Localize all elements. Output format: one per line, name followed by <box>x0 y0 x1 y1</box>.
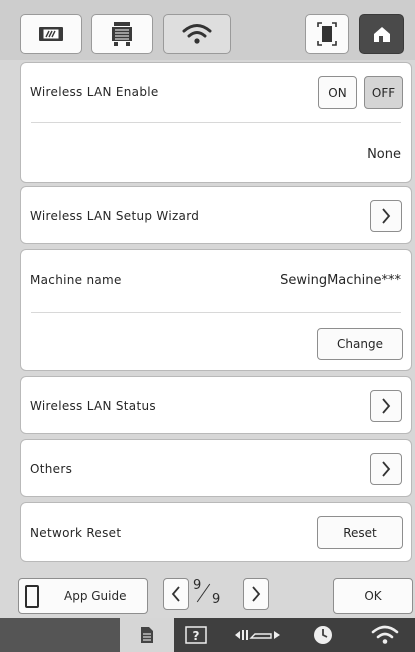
divider <box>31 312 401 313</box>
document-icon <box>141 627 153 643</box>
ok-button[interactable]: OK <box>333 578 413 614</box>
change-button[interactable]: Change <box>317 328 403 360</box>
page-next-button[interactable] <box>243 578 269 610</box>
page-current: 9 <box>193 578 202 593</box>
wifi-status-icon <box>371 625 399 644</box>
others-label: Others <box>30 462 73 476</box>
network-name-value: None <box>367 146 401 162</box>
machine-name-panel: Machine name SewingMachine*** Change <box>20 249 412 371</box>
smartphone-icon <box>25 585 39 608</box>
chevron-right-icon <box>382 461 391 477</box>
wifi-icon <box>182 24 212 44</box>
others-chevron-button[interactable] <box>370 453 402 485</box>
setup-wizard-chevron-button[interactable] <box>370 200 402 232</box>
wireless-lan-enable-label: Wireless LAN Enable <box>30 84 159 99</box>
home-button[interactable] <box>359 14 404 54</box>
help-button[interactable]: ? <box>178 618 214 652</box>
network-reset-panel: Network Reset Reset <box>20 502 412 562</box>
others-row: Others <box>21 440 411 498</box>
network-reset-label: Network Reset <box>30 526 122 540</box>
needle-position-button[interactable] <box>230 618 290 652</box>
app-guide-button[interactable]: App Guide <box>18 578 148 614</box>
machine-name-value: SewingMachine*** <box>280 272 401 288</box>
setup-wizard-label: Wireless LAN Setup Wizard <box>30 209 200 223</box>
app-guide-label: App Guide <box>64 589 127 603</box>
wireless-lan-enable-row: Wireless LAN Enable ON OFF <box>21 63 411 120</box>
chevron-left-icon <box>171 586 180 602</box>
chevron-right-icon <box>382 208 391 224</box>
wlan-status-chevron-button[interactable] <box>370 390 402 422</box>
wlan-status-row: Wireless LAN Status <box>21 377 411 435</box>
top-tab-bar <box>0 0 415 60</box>
tab-wireless[interactable] <box>163 14 231 54</box>
machine-settings-icon <box>112 22 132 46</box>
clock-button[interactable] <box>305 618 341 652</box>
wlan-status-panel[interactable]: Wireless LAN Status <box>20 376 412 434</box>
divider <box>31 122 401 123</box>
machine-name-label: Machine name <box>30 273 122 287</box>
wlan-status-label: Wireless LAN Status <box>30 399 156 413</box>
wifi-status-button[interactable] <box>360 618 410 652</box>
help-icon: ? <box>185 626 207 644</box>
setup-wizard-row: Wireless LAN Setup Wizard <box>21 187 411 245</box>
bottom-nav: App Guide 9 9 OK <box>0 570 415 618</box>
page-prev-button[interactable] <box>163 578 189 610</box>
screen-capture-icon <box>317 22 337 46</box>
embroidery-frame-icon <box>39 27 63 41</box>
network-reset-row: Network Reset Reset <box>21 503 411 563</box>
wlan-off-button[interactable]: OFF <box>364 76 403 109</box>
wlan-on-button[interactable]: ON <box>318 76 357 109</box>
status-bar: ? <box>0 618 415 652</box>
home-icon <box>373 27 390 42</box>
chevron-right-icon <box>382 398 391 414</box>
tab-screen-capture[interactable] <box>305 14 349 54</box>
network-name-row: None <box>21 125 411 183</box>
clock-icon <box>314 626 332 644</box>
setup-wizard-panel[interactable]: Wireless LAN Setup Wizard <box>20 186 412 244</box>
document-button[interactable] <box>120 618 174 652</box>
svg-text:?: ? <box>193 629 200 643</box>
needle-position-icon <box>235 630 280 640</box>
reset-button[interactable]: Reset <box>317 516 403 549</box>
others-panel[interactable]: Others <box>20 439 412 497</box>
tab-embroidery[interactable] <box>20 14 82 54</box>
wireless-lan-enable-panel: Wireless LAN Enable ON OFF None <box>20 62 412 183</box>
page-total: 9 <box>212 592 221 607</box>
status-bar-left <box>0 618 120 652</box>
page-indicator: 9 9 <box>190 578 240 614</box>
tab-machine-settings[interactable] <box>91 14 153 54</box>
chevron-right-icon <box>252 586 261 602</box>
machine-name-row: Machine name SewingMachine*** <box>21 250 411 310</box>
